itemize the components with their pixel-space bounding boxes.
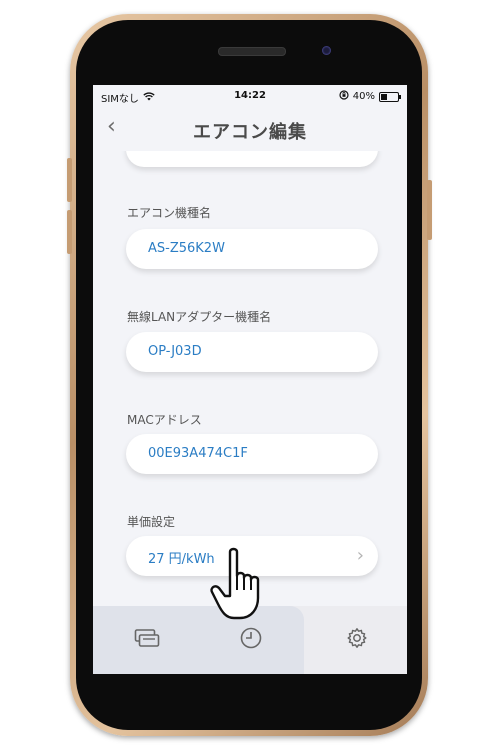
battery-icon — [379, 91, 401, 102]
model-name-field[interactable]: AS-Z56K2W — [126, 229, 378, 269]
adapter-model-field[interactable]: OP-J03D — [126, 332, 378, 372]
status-bar: SIMなし 14:22 40% — [93, 85, 407, 107]
devices-icon — [134, 628, 160, 652]
gear-icon — [346, 627, 368, 653]
adapter-model-value: OP-J03D — [148, 344, 202, 359]
navigation-header: ‹ エアコン編集 — [93, 107, 407, 151]
tab-settings[interactable] — [337, 620, 377, 660]
field-label-adapter: 無線LANアダプター機種名 — [127, 310, 272, 324]
previous-field-input[interactable] — [126, 151, 378, 167]
model-name-value: AS-Z56K2W — [148, 241, 225, 256]
volume-button — [67, 158, 72, 202]
field-label-unit-price: 単価設定 — [127, 515, 176, 529]
tab-timer[interactable] — [231, 620, 271, 660]
hand-pointer-icon — [210, 547, 260, 620]
field-label-mac: MACアドレス — [127, 413, 202, 427]
clock-icon — [239, 626, 263, 654]
earpiece-speaker — [218, 47, 286, 56]
unit-price-value: 27 円/kWh — [148, 552, 215, 567]
tab-devices[interactable] — [127, 620, 167, 660]
front-camera — [322, 46, 331, 55]
chevron-right-icon: › — [356, 545, 364, 566]
page-title: エアコン編集 — [193, 122, 307, 143]
battery-percent: 40% — [352, 91, 375, 102]
volume-button — [67, 210, 72, 254]
orientation-lock-icon — [339, 90, 349, 103]
power-button — [427, 180, 432, 240]
field-label-model: エアコン機種名 — [127, 206, 212, 220]
mac-address-field[interactable]: 00E93A474C1F — [126, 434, 378, 474]
mac-address-value: 00E93A474C1F — [148, 446, 248, 461]
form-content: エアコン機種名 AS-Z56K2W 無線LANアダプター機種名 OP-J03D … — [93, 151, 407, 606]
